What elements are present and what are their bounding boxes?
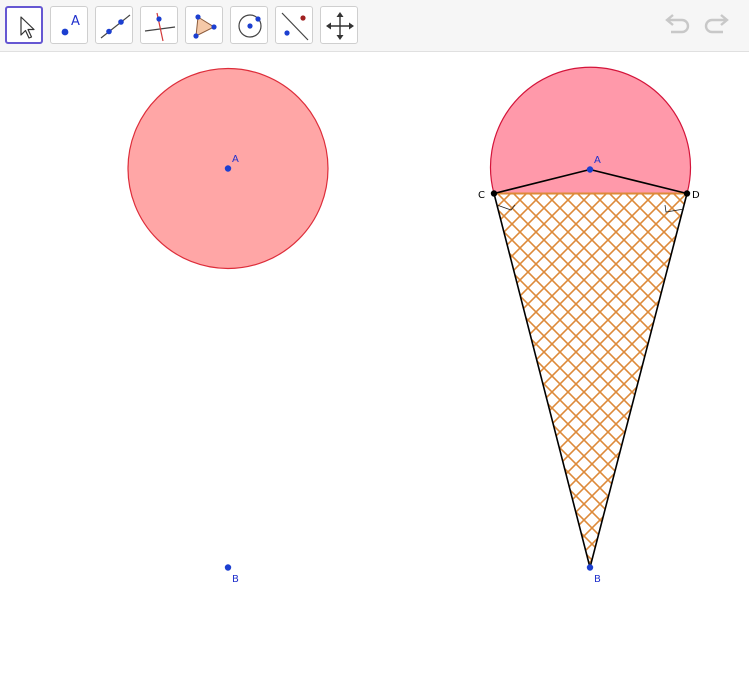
point-icon: A xyxy=(61,14,80,36)
left-label-b: B xyxy=(232,574,239,585)
line-icon xyxy=(100,14,131,39)
undo-icon[interactable] xyxy=(662,10,694,42)
line-tool-button[interactable] xyxy=(95,6,133,44)
circle-tool-button[interactable] xyxy=(230,6,268,44)
point-tool-button[interactable]: A xyxy=(50,6,88,44)
polygon-icon xyxy=(193,14,217,39)
right-figure: A C D B xyxy=(478,66,700,585)
left-figure: A B xyxy=(127,67,329,585)
point-tool-label: A xyxy=(71,14,80,29)
left-point-a[interactable] xyxy=(224,165,232,172)
right-point-c[interactable] xyxy=(490,190,498,197)
arrow-pointer-icon xyxy=(20,16,35,39)
right-label-c: C xyxy=(478,190,485,201)
move-tool-button[interactable] xyxy=(5,6,43,44)
redo-icon[interactable] xyxy=(700,10,732,42)
reflect-about-line-icon xyxy=(281,12,309,41)
right-point-a[interactable] xyxy=(586,166,594,173)
right-label-d: D xyxy=(692,190,700,201)
left-point-b[interactable] xyxy=(224,564,232,571)
right-point-d[interactable] xyxy=(683,190,691,197)
graphics-view[interactable]: A B A C D B xyxy=(0,52,749,685)
waffle-cone[interactable] xyxy=(494,193,687,568)
right-label-a: A xyxy=(594,155,601,166)
circle-with-center-icon xyxy=(238,14,262,38)
reflect-tool-button[interactable] xyxy=(275,6,313,44)
perpendicular-tool-button[interactable] xyxy=(140,6,178,44)
perpendicular-line-icon xyxy=(144,12,176,42)
move-graphics-tool-button[interactable] xyxy=(320,6,358,44)
move-graphics-view-icon xyxy=(326,12,354,40)
toolbar: A xyxy=(0,0,749,52)
ice-cream-scoop[interactable] xyxy=(489,66,692,195)
polygon-tool-button[interactable] xyxy=(185,6,223,44)
right-point-b[interactable] xyxy=(586,564,594,571)
left-label-a: A xyxy=(232,154,239,165)
right-label-b: B xyxy=(594,574,601,585)
